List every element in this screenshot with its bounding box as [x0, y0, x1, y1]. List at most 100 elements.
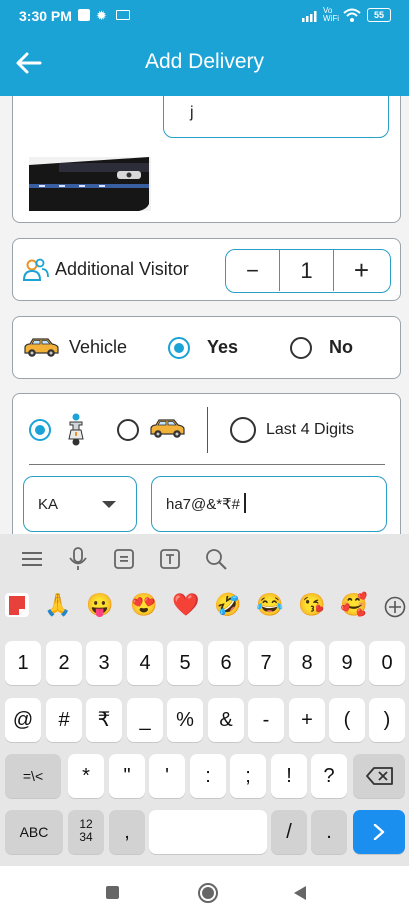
key-double-quote[interactable]: ": [109, 754, 145, 798]
key-ampersand[interactable]: &: [208, 698, 244, 742]
chevron-down-icon: [102, 501, 116, 508]
key-question[interactable]: ?: [311, 754, 347, 798]
emoji-key[interactable]: 😂: [256, 592, 283, 618]
emoji-row: 🙏 😛 😍 ❤️ 🤣 😂 😘 🥰: [0, 586, 409, 626]
text-cursor: [244, 493, 246, 513]
vehicle-no-radio[interactable]: [290, 337, 312, 359]
notification-icon: [78, 9, 90, 21]
people-icon: [22, 258, 49, 281]
search-icon[interactable]: [205, 548, 227, 570]
wifi-icon: [343, 8, 361, 22]
spacebar[interactable]: [149, 810, 267, 854]
additional-visitor-card: Additional Visitor − 1 +: [12, 238, 401, 301]
vehicle-yes-label[interactable]: Yes: [207, 337, 238, 358]
sticker-icon[interactable]: [5, 593, 29, 617]
system-nav-bar: [0, 866, 409, 907]
emoji-key[interactable]: ❤️: [172, 592, 199, 618]
note-field[interactable]: j: [163, 96, 389, 138]
key-percent[interactable]: %: [167, 698, 203, 742]
chevron-right-icon: [373, 824, 385, 840]
key-slash[interactable]: /: [271, 810, 307, 854]
key-0[interactable]: 0: [369, 641, 405, 685]
last-four-digits-radio[interactable]: [230, 417, 256, 443]
settings-icon: ✹: [96, 8, 107, 23]
recent-apps-icon[interactable]: [106, 886, 119, 899]
menu-icon[interactable]: [22, 550, 42, 568]
key-8[interactable]: 8: [289, 641, 325, 685]
emoji-key[interactable]: 🤣: [214, 592, 241, 618]
key-semicolon[interactable]: ;: [230, 754, 266, 798]
divider: [207, 407, 208, 453]
signal-icon: [302, 11, 317, 22]
key-close-paren[interactable]: ): [369, 698, 405, 742]
key-3[interactable]: 3: [86, 641, 122, 685]
key-abc[interactable]: ABC: [5, 810, 63, 854]
key-period[interactable]: .: [311, 810, 347, 854]
key-colon[interactable]: :: [190, 754, 226, 798]
home-icon[interactable]: [197, 882, 219, 904]
key-numeric-layout[interactable]: 12 34: [68, 810, 104, 854]
four-wheeler-radio[interactable]: [117, 419, 139, 441]
note-field-value: j: [190, 104, 194, 121]
vehicle-yes-radio[interactable]: [168, 337, 190, 359]
vehicle-number-field[interactable]: ha7@&*₹#: [151, 476, 387, 532]
car-icon: [24, 338, 59, 357]
emoji-key[interactable]: 😍: [130, 592, 157, 618]
state-code-dropdown[interactable]: KA: [23, 476, 137, 532]
keyboard: 1 2 3 4 5 6 7 8 9 0 @ # ₹ _ % & - + ( ) …: [0, 626, 409, 866]
key-hash[interactable]: #: [46, 698, 82, 742]
backspace-key[interactable]: [353, 754, 405, 798]
visitor-count-stepper: − 1 +: [225, 249, 391, 293]
emoji-key[interactable]: 🥰: [340, 592, 367, 618]
key-comma[interactable]: ,: [109, 810, 145, 854]
emoji-key[interactable]: 🙏: [44, 592, 71, 618]
key-asterisk[interactable]: *: [68, 754, 104, 798]
key-underscore[interactable]: _: [127, 698, 163, 742]
key-numeric-bottom: 34: [79, 830, 93, 844]
emoji-key[interactable]: 😛: [86, 592, 113, 618]
status-bar: 3:30 PM ✹ Vo WiFi 55: [0, 0, 409, 30]
key-minus[interactable]: -: [248, 698, 284, 742]
state-code-value: KA: [38, 496, 59, 513]
increment-button[interactable]: +: [334, 250, 389, 291]
status-time: 3:30 PM: [19, 8, 72, 24]
visitor-count-value: 1: [280, 250, 334, 291]
key-numeric-top: 12: [79, 817, 93, 831]
key-more-symbols[interactable]: =\<: [5, 754, 61, 798]
last-four-digits-label[interactable]: Last 4 Digits: [266, 421, 354, 439]
vehicle-card: Vehicle Yes No: [12, 316, 401, 379]
vehicle-number-card: Last 4 Digits KA ha7@&*₹#: [12, 393, 401, 534]
back-triangle-icon[interactable]: [293, 885, 307, 901]
battery-icon: 55: [367, 8, 391, 22]
key-1[interactable]: 1: [5, 641, 41, 685]
photo-card: j: [12, 96, 401, 223]
key-6[interactable]: 6: [208, 641, 244, 685]
add-emoji-icon[interactable]: [384, 596, 406, 618]
key-2[interactable]: 2: [46, 641, 82, 685]
microphone-icon[interactable]: [69, 547, 87, 571]
scooter-icon: [68, 413, 84, 446]
vehicle-no-label[interactable]: No: [329, 337, 353, 358]
two-wheeler-radio[interactable]: [29, 419, 51, 441]
key-rupee[interactable]: ₹: [86, 698, 122, 742]
key-plus[interactable]: +: [289, 698, 325, 742]
emoji-key[interactable]: 😘: [298, 592, 325, 618]
mail-icon: [116, 10, 130, 20]
vehicle-label: Vehicle: [69, 337, 128, 357]
key-4[interactable]: 4: [127, 641, 163, 685]
text-format-icon[interactable]: [160, 549, 180, 569]
key-single-quote[interactable]: ': [149, 754, 185, 798]
delivery-photo[interactable]: [29, 99, 151, 211]
page-title: Add Delivery: [144, 50, 265, 73]
key-9[interactable]: 9: [329, 641, 365, 685]
keyboard-toolbar: [0, 534, 409, 586]
enter-key[interactable]: [353, 810, 405, 854]
clipboard-icon[interactable]: [114, 549, 134, 569]
key-exclamation[interactable]: !: [271, 754, 307, 798]
key-7[interactable]: 7: [248, 641, 284, 685]
key-open-paren[interactable]: (: [329, 698, 365, 742]
form-content[interactable]: j Additional Visitor − 1 + Vehicle Yes N…: [0, 96, 409, 534]
key-5[interactable]: 5: [167, 641, 203, 685]
key-at[interactable]: @: [5, 698, 41, 742]
decrement-button[interactable]: −: [226, 250, 280, 291]
